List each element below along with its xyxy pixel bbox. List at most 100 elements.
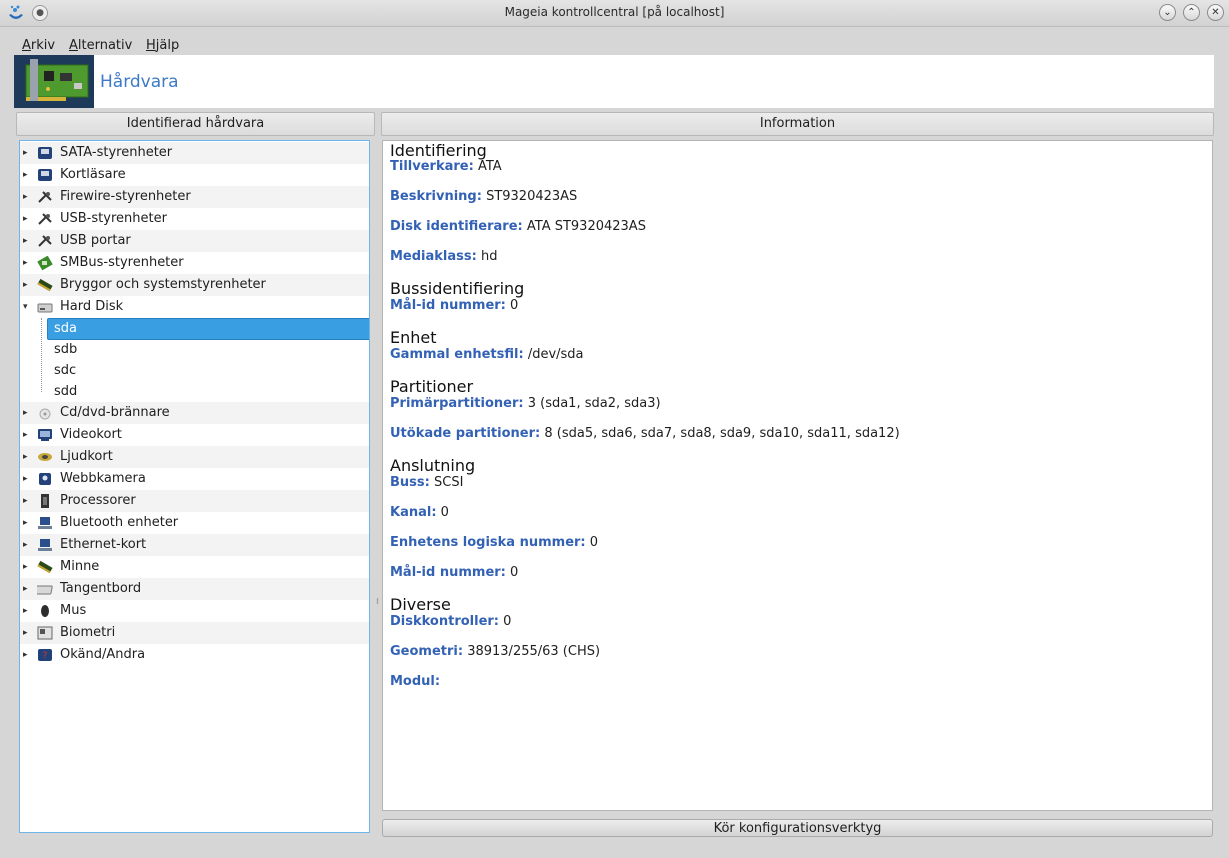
tree-item-sound[interactable]: ▸ Ljudkort (20, 446, 369, 468)
info-field: Disk identifierare: ATA ST9320423AS (390, 219, 646, 234)
title-bar: ● Mageia kontrollcentral [på localhost] … (0, 0, 1229, 27)
expand-arrow-icon[interactable]: ▸ (23, 230, 33, 252)
expand-arrow-icon[interactable]: ▸ (23, 534, 33, 556)
webcam-icon (39, 473, 51, 485)
tree-item-label: Hard Disk (60, 299, 124, 314)
tree-item-ethernet[interactable]: ▸ Ethernet-kort (20, 534, 369, 556)
tree-item-optical[interactable]: ▸ Cd/dvd-brännare (20, 402, 369, 424)
tree-item-smbus[interactable]: ▸ SMBus-styrenheter (20, 252, 369, 274)
chip-icon (37, 278, 53, 292)
section-title: Enhet (390, 328, 437, 347)
info-field: Diskkontroller: 0 (390, 614, 512, 629)
tree-item-label: Tangentbord (60, 581, 142, 596)
info-field: Modul: (390, 674, 441, 689)
expand-arrow-icon[interactable]: ▸ (23, 512, 33, 534)
minimize-button[interactable]: ⌄ (1159, 4, 1176, 21)
expand-arrow-icon[interactable]: ▸ (23, 402, 33, 424)
tree-item-label: USB portar (60, 233, 131, 248)
info-field: Mediaklass: hd (390, 249, 498, 264)
tree-item-sdc[interactable]: sdc (20, 360, 369, 382)
menu-hjalp[interactable]: Hjälp (146, 38, 179, 53)
window-title: Mageia kontrollcentral [på localhost] (504, 5, 725, 19)
menu-arkiv[interactable]: Arkiv (22, 38, 55, 53)
info-field: Buss: SCSI (390, 475, 464, 490)
info-field: Mål-id nummer: 0 (390, 565, 519, 580)
info-field: Mål-id nummer: 0 (390, 298, 519, 313)
tree-item-cpu[interactable]: ▸ Processorer (20, 490, 369, 512)
expand-arrow-icon[interactable]: ▸ (23, 468, 33, 490)
tree-item-unknown[interactable]: ▸ ? Okänd/Andra (20, 644, 369, 666)
tree-item-sda[interactable]: sda (20, 318, 369, 340)
expand-arrow-icon[interactable]: ▸ (23, 446, 33, 468)
tree-item-hard-disk[interactable]: ▾ Hard Disk (20, 296, 369, 318)
tree-item-memory[interactable]: ▸ Minne (20, 556, 369, 578)
tree-item-card-reader[interactable]: ▸ Kortläsare (20, 164, 369, 186)
tree-item-label: Ljudkort (60, 449, 113, 464)
expand-arrow-icon[interactable]: ▸ (23, 186, 33, 208)
tree-item-keyboard[interactable]: ▸ Tangentbord (20, 578, 369, 600)
hard-disk-icon (37, 303, 53, 313)
tree-item-label: USB-styrenheter (60, 211, 167, 226)
tree-item-label: Biometri (60, 625, 116, 640)
expand-arrow-icon[interactable]: ▸ (23, 644, 33, 666)
tree-item-bridges[interactable]: ▸ Bryggor och systemstyrenheter (20, 274, 369, 296)
info-field: Kanal: 0 (390, 505, 449, 520)
tree-item-label: sdc (54, 363, 77, 378)
page-banner: Hårdvara (14, 55, 1214, 108)
tree-item-mouse[interactable]: ▸ Mus (20, 600, 369, 622)
card-reader-icon (38, 169, 52, 181)
tree-item-label: Processorer (60, 493, 136, 508)
tree-item-sdb[interactable]: sdb (20, 339, 369, 361)
expand-arrow-icon[interactable]: ▸ (23, 490, 33, 512)
close-button[interactable]: ✕ (1207, 4, 1224, 21)
expand-arrow-icon[interactable]: ▸ (23, 274, 33, 296)
expand-arrow-icon[interactable]: ▸ (23, 424, 33, 446)
section-title: Diverse (390, 595, 451, 614)
biometric-icon (37, 626, 53, 640)
expand-arrow-icon[interactable]: ▸ (23, 622, 33, 644)
usb-plug-icon (38, 235, 52, 247)
info-field: Enhetens logiska nummer: 0 (390, 535, 599, 550)
hardware-tree[interactable]: ▸ SATA-styrenheter ▸ Kortläsare ▸ Firewi… (19, 140, 370, 833)
memory-icon (37, 560, 53, 574)
mouse-icon (41, 605, 49, 617)
section-title: Identifiering (390, 141, 487, 160)
menu-alternativ[interactable]: Alternativ (69, 38, 132, 53)
tree-item-video[interactable]: ▸ Videokort (20, 424, 369, 446)
bluetooth-icon (38, 517, 52, 529)
tree-item-firewire[interactable]: ▸ Firewire-styrenheter (20, 186, 369, 208)
maximize-button[interactable]: ⌃ (1183, 4, 1200, 21)
tree-item-label: sda (54, 321, 77, 336)
expand-arrow-icon[interactable]: ▸ (23, 578, 33, 600)
expand-arrow-icon[interactable]: ▸ (23, 252, 33, 274)
tree-item-label: Kortläsare (60, 167, 126, 182)
tree-item-label: Ethernet-kort (60, 537, 147, 552)
tree-item-sdd[interactable]: sdd (20, 381, 369, 403)
hard-drive-icon (38, 147, 52, 159)
expand-arrow-icon[interactable]: ▸ (23, 164, 33, 186)
tree-item-sata[interactable]: ▸ SATA-styrenheter (20, 142, 369, 164)
run-config-tool-button[interactable]: Kör konfigurationsverktyg (382, 819, 1213, 837)
tree-item-label: Bluetooth enheter (60, 515, 179, 530)
section-title: Partitioner (390, 377, 474, 396)
hardware-list-header: Identifierad hårdvara (16, 112, 375, 136)
selection-highlight (47, 318, 369, 340)
splitter-handle[interactable] (376, 598, 379, 604)
info-field: Utökade partitioner: 8 (sda5, sda6, sda7… (390, 426, 900, 441)
collapse-arrow-icon[interactable]: ▾ (23, 296, 33, 318)
expand-arrow-icon[interactable]: ▸ (23, 600, 33, 622)
tree-item-label: Okänd/Andra (60, 647, 146, 662)
unknown-device-icon: ? (38, 649, 52, 661)
tree-item-bluetooth[interactable]: ▸ Bluetooth enheter (20, 512, 369, 534)
tree-item-usb-controllers[interactable]: ▸ USB-styrenheter (20, 208, 369, 230)
expand-arrow-icon[interactable]: ▸ (23, 556, 33, 578)
tree-item-label: Webbkamera (60, 471, 146, 486)
expand-arrow-icon[interactable]: ▸ (23, 208, 33, 230)
tree-item-usb-ports[interactable]: ▸ USB portar (20, 230, 369, 252)
tree-item-webcam[interactable]: ▸ Webbkamera (20, 468, 369, 490)
smbus-icon (37, 256, 53, 270)
expand-arrow-icon[interactable]: ▸ (23, 142, 33, 164)
tree-item-biometric[interactable]: ▸ Biometri (20, 622, 369, 644)
tree-item-label: Mus (60, 603, 87, 618)
info-field: Tillverkare: ATA (390, 159, 502, 174)
